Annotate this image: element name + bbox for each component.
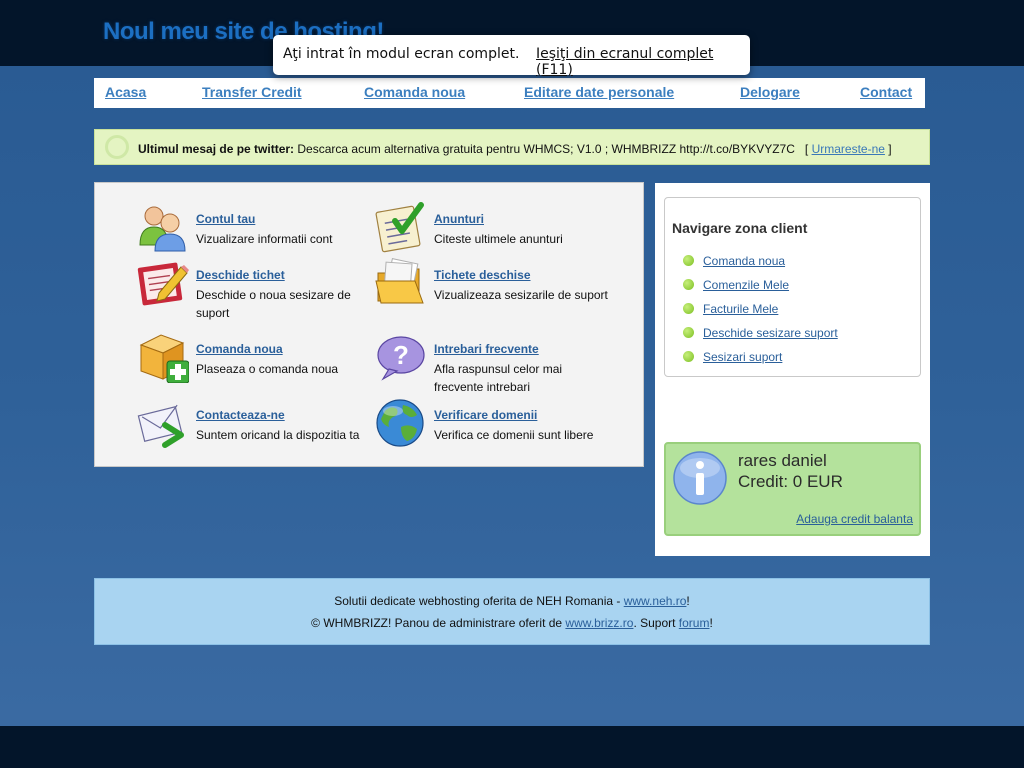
credit-balance: Credit: 0 EUR	[738, 472, 843, 491]
nav-link-editare-date[interactable]: Editare date personale	[524, 84, 674, 100]
item-title[interactable]: Contacteaza-ne	[196, 408, 374, 422]
footer-line-2: © WHMBRIZZ! Panou de administrare oferit…	[95, 616, 929, 630]
item-title[interactable]: Deschide tichet	[196, 268, 374, 282]
question-bubble-icon: ?	[377, 336, 425, 381]
item-desc: Plaseaza o comanda noua	[196, 362, 339, 376]
user-name: rares daniel	[738, 451, 827, 470]
credit-box: rares daniel Credit: 0 EUR Adauga credit…	[664, 442, 921, 536]
svg-text:?: ?	[393, 340, 409, 370]
folder-icon	[375, 258, 424, 304]
client-area-panel: Contul tau Vizualizare informatii cont A…	[94, 182, 644, 467]
info-icon	[673, 451, 727, 505]
footer-text: !	[686, 594, 690, 608]
item-desc: Vizualizeaza sesizarile de suport	[434, 288, 608, 302]
bullet-icon	[683, 327, 694, 338]
client-nav-link-comanda-noua[interactable]: Comanda noua	[703, 254, 785, 268]
item-title[interactable]: Tichete deschise	[434, 268, 612, 282]
client-nav-box: Navigare zona client Comanda noua Comenz…	[664, 197, 921, 377]
footer-link-brizz[interactable]: www.brizz.ro	[565, 616, 633, 630]
client-nav-item: Comanda noua	[683, 254, 838, 278]
users-icon	[139, 206, 186, 252]
exit-fullscreen-link[interactable]: Ieşiţi din ecranul complet (F11)	[536, 46, 750, 78]
fullscreen-message: Aţi intrat în modul ecran complet.	[283, 46, 520, 62]
item-title[interactable]: Anunturi	[434, 212, 612, 226]
globe-icon	[376, 399, 424, 447]
footer-link-forum[interactable]: forum	[679, 616, 710, 630]
twitter-message-line: Ultimul mesaj de pe twitter: Descarca ac…	[138, 142, 892, 156]
swirl-decoration-icon	[105, 135, 129, 159]
item-desc: Vizualizare informatii cont	[196, 232, 333, 246]
bracket-close: ]	[888, 142, 892, 156]
main-nav: Acasa Transfer Credit Comanda noua Edita…	[94, 78, 925, 108]
fullscreen-notice: Aţi intrat în modul ecran complet. Ieşiţ…	[273, 35, 750, 78]
bullet-icon	[683, 303, 694, 314]
client-nav-title: Navigare zona client	[672, 220, 808, 236]
client-nav-link-comenzile-mele[interactable]: Comenzile Mele	[703, 278, 789, 292]
footer: Solutii dedicate webhosting oferita de N…	[94, 578, 930, 645]
envelope-icon	[137, 404, 184, 448]
nav-link-acasa[interactable]: Acasa	[105, 84, 146, 100]
nav-link-comanda-noua[interactable]: Comanda noua	[364, 84, 465, 100]
ticket-pencil-icon	[137, 262, 189, 306]
client-nav-item: Sesizari suport	[683, 350, 838, 374]
checklist-icon	[375, 202, 424, 253]
item-desc: Verifica ce domenii sunt libere	[434, 428, 594, 442]
follow-link[interactable]: Urmareste-ne	[812, 142, 885, 156]
client-nav-link-sesizari-suport[interactable]: Sesizari suport	[703, 350, 782, 364]
client-nav-item: Deschide sesizare suport	[683, 326, 838, 350]
twitter-message: Descarca acum alternativa gratuita pentr…	[297, 142, 795, 156]
bracket-open: [	[804, 142, 809, 156]
sidebar: Navigare zona client Comanda noua Comenz…	[655, 183, 930, 556]
nav-link-delogare[interactable]: Delogare	[740, 84, 800, 100]
footer-text: © WHMBRIZZ! Panou de administrare oferit…	[311, 616, 566, 630]
bullet-icon	[683, 351, 694, 362]
twitter-prefix: Ultimul mesaj de pe twitter:	[138, 142, 295, 156]
item-title[interactable]: Contul tau	[196, 212, 374, 226]
footer-text: !	[709, 616, 713, 630]
bullet-icon	[683, 279, 694, 290]
item-title[interactable]: Intrebari frecvente	[434, 342, 612, 356]
footer-link-neh[interactable]: www.neh.ro	[624, 594, 687, 608]
item-desc: Afla raspunsul celor mai frecvente intre…	[434, 362, 563, 394]
footer-text: . Suport	[633, 616, 679, 630]
item-desc: Citeste ultimele anunturi	[434, 232, 563, 246]
client-nav-link-facturile-mele[interactable]: Facturile Mele	[703, 302, 778, 316]
nav-link-contact[interactable]: Contact	[860, 84, 912, 100]
box-add-icon	[139, 334, 189, 383]
client-nav-list: Comanda noua Comenzile Mele Facturile Me…	[683, 254, 838, 374]
footer-text: Solutii dedicate webhosting oferita de N…	[334, 594, 624, 608]
bottom-bar	[0, 726, 1024, 768]
item-desc: Deschide o noua sesizare de suport	[196, 288, 351, 320]
client-nav-item: Comenzile Mele	[683, 278, 838, 302]
footer-line-1: Solutii dedicate webhosting oferita de N…	[95, 594, 929, 608]
twitter-bar: Ultimul mesaj de pe twitter: Descarca ac…	[94, 129, 930, 165]
item-desc: Suntem oricand la dispozitia ta	[196, 428, 360, 442]
nav-link-transfer-credit[interactable]: Transfer Credit	[202, 84, 302, 100]
item-title[interactable]: Verificare domenii	[434, 408, 612, 422]
add-credit-link[interactable]: Adauga credit balanta	[796, 512, 913, 526]
client-nav-item: Facturile Mele	[683, 302, 838, 326]
client-nav-link-deschide-sesizare[interactable]: Deschide sesizare suport	[703, 326, 838, 340]
item-title[interactable]: Comanda noua	[196, 342, 374, 356]
bullet-icon	[683, 255, 694, 266]
